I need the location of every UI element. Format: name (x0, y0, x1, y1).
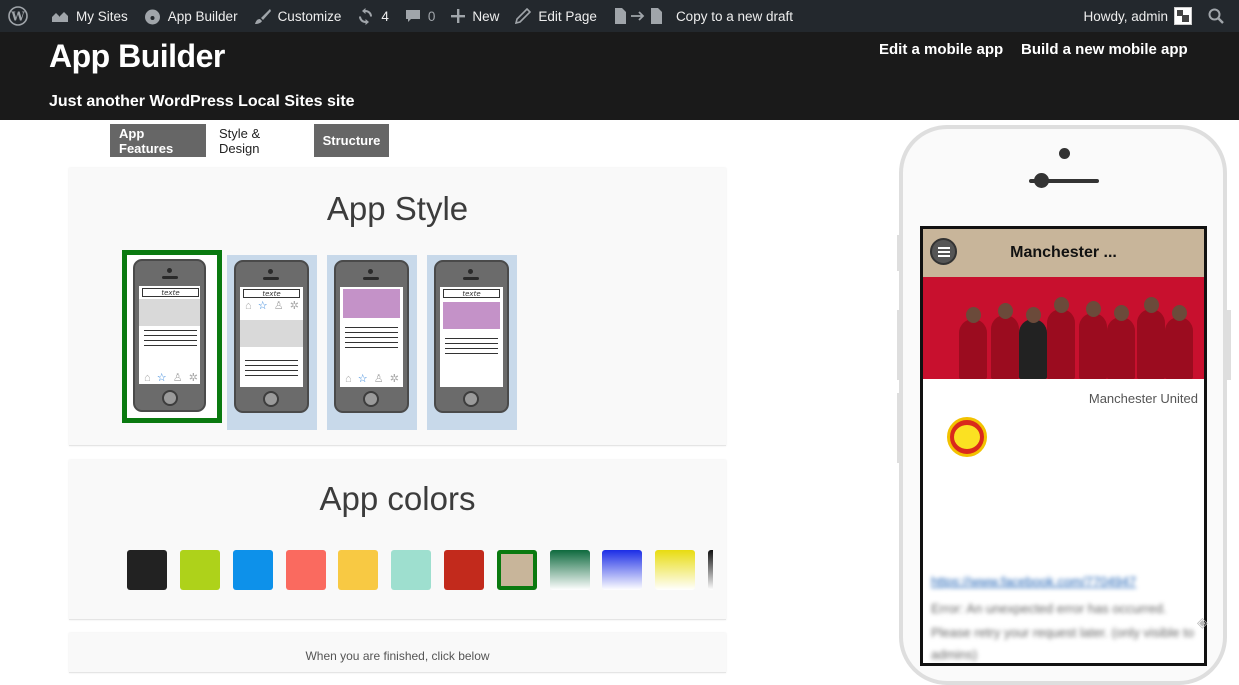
app-style-title: App Style (326, 190, 469, 227)
finish-instruction: When you are finished, click below (305, 649, 490, 663)
pencil-icon (515, 8, 532, 24)
app-colors-panel: App colors (69, 460, 726, 620)
style-option-3[interactable]: ⌂ ☆ ♙ ✲ (327, 255, 417, 430)
comments-menu[interactable]: 0 (397, 0, 444, 32)
nav-build-new-mobile-app[interactable]: Build a new mobile app (1021, 41, 1188, 58)
app-builder-label: App Builder (167, 8, 238, 24)
error-message-1: Error: An unexpected error has occurred. (931, 601, 1167, 616)
updates-menu[interactable]: 4 (349, 0, 397, 32)
scroll-diamond-icon[interactable]: ◈ (1197, 614, 1215, 632)
thumbnail-header-text: texte (243, 289, 300, 298)
app-header-bar: Manchester ... (923, 229, 1204, 277)
style-option-1[interactable]: texte ⌂ ☆ ♙ ✲ (122, 250, 222, 423)
site-description: Just another WordPress Local Sites site (49, 93, 355, 110)
site-title[interactable]: App Builder (49, 38, 225, 75)
edit-page-link[interactable]: Edit Page (507, 0, 605, 32)
phone-side-button (1227, 310, 1231, 380)
customize-label: Customize (277, 8, 342, 24)
my-sites-menu[interactable]: My Sites (43, 0, 136, 32)
color-swatch-yellow-gradient[interactable] (655, 550, 695, 590)
team-banner-image (923, 277, 1204, 379)
account-menu[interactable]: Howdy, admin (1075, 0, 1200, 32)
svg-text:W: W (10, 10, 25, 24)
admin-bar: W My Sites App Builder Customize 4 0 New… (0, 0, 1239, 32)
tab-style-design[interactable]: Style & Design (210, 124, 310, 157)
my-sites-icon (52, 12, 68, 22)
plus-icon (451, 9, 466, 23)
color-swatch-black[interactable] (127, 550, 167, 590)
style-option-4[interactable]: texte (427, 255, 517, 430)
tab-structure[interactable]: Structure (314, 124, 389, 157)
phone-thumbnail: texte ⌂ ☆ ♙ ✲ (133, 259, 206, 412)
phone-side-button (897, 393, 901, 463)
edit-page-label: Edit Page (538, 8, 597, 24)
club-name: Manchester United (1088, 391, 1198, 406)
club-crest-logo (935, 407, 999, 471)
color-swatch-salmon[interactable] (286, 550, 326, 590)
error-message-2: Please retry your request later. (only v… (931, 625, 1195, 640)
app-colors-title: App colors (319, 480, 476, 517)
avatar (1174, 7, 1192, 25)
thumbnail-header-text: texte (142, 288, 199, 297)
updates-icon (359, 7, 373, 25)
thumbnail-tab-icons: ⌂ ☆ ♙ ✲ (345, 373, 399, 385)
phone-sensor (1034, 173, 1049, 188)
phone-camera (1059, 148, 1070, 159)
phone-thumbnail: texte ⌂ ☆ ♙ ✲ (234, 260, 309, 413)
phone-side-button (897, 310, 901, 380)
new-label: New (472, 8, 500, 24)
color-swatch-black-gradient[interactable] (708, 550, 713, 590)
customize-menu[interactable]: Customize (246, 0, 350, 32)
wordpress-icon: W (8, 6, 28, 26)
facebook-link[interactable]: https://www.facebook.com/7704947 (931, 574, 1136, 589)
dashboard-gauge-icon (144, 9, 160, 24)
color-swatch-lime[interactable] (180, 550, 220, 590)
thumbnail-header-text: texte (443, 289, 500, 298)
color-swatch-blue[interactable] (233, 550, 273, 590)
copy-page-icon (614, 8, 662, 24)
color-swatch-green-gradient[interactable] (550, 550, 590, 590)
comment-bubble-icon (405, 10, 420, 22)
tab-app-features[interactable]: App Features (110, 124, 206, 157)
app-title: Manchester ... (1010, 244, 1117, 261)
comments-count: 0 (427, 8, 436, 24)
app-builder-menu[interactable]: App Builder (136, 0, 246, 32)
admin-search[interactable] (1200, 0, 1239, 32)
app-preview-screen: Manchester ... Manchester United https:/… (920, 226, 1207, 666)
wordpress-logo[interactable]: W (0, 0, 43, 32)
howdy-label: Howdy, admin (1083, 8, 1168, 24)
phone-side-button (897, 235, 901, 271)
phone-thumbnail: texte (434, 260, 509, 413)
thumbnail-tab-icons: ⌂ ☆ ♙ ✲ (144, 372, 198, 384)
updates-count: 4 (381, 8, 389, 24)
search-icon (1208, 8, 1224, 24)
paintbrush-icon (254, 8, 271, 24)
thumbnail-tab-icons: ⌂ ☆ ♙ ✲ (245, 300, 299, 312)
color-swatch-mint[interactable] (391, 550, 431, 590)
color-swatch-beige-selected[interactable] (497, 550, 537, 590)
color-swatch-red[interactable] (444, 550, 484, 590)
phone-thumbnail: ⌂ ☆ ♙ ✲ (334, 260, 409, 413)
new-content-menu[interactable]: New (443, 0, 507, 32)
finish-panel: When you are finished, click below (69, 633, 726, 673)
my-sites-label: My Sites (76, 8, 128, 24)
color-swatch-blue-gradient[interactable] (602, 550, 642, 590)
color-swatch-yellow[interactable] (338, 550, 378, 590)
copy-draft-label: Copy to a new draft (675, 8, 794, 24)
copy-to-draft-link[interactable]: Copy to a new draft (605, 0, 801, 32)
style-option-2[interactable]: texte ⌂ ☆ ♙ ✲ (227, 255, 317, 430)
nav-edit-mobile-app[interactable]: Edit a mobile app (879, 41, 1003, 58)
site-header: App Builder Just another WordPress Local… (0, 32, 1239, 120)
